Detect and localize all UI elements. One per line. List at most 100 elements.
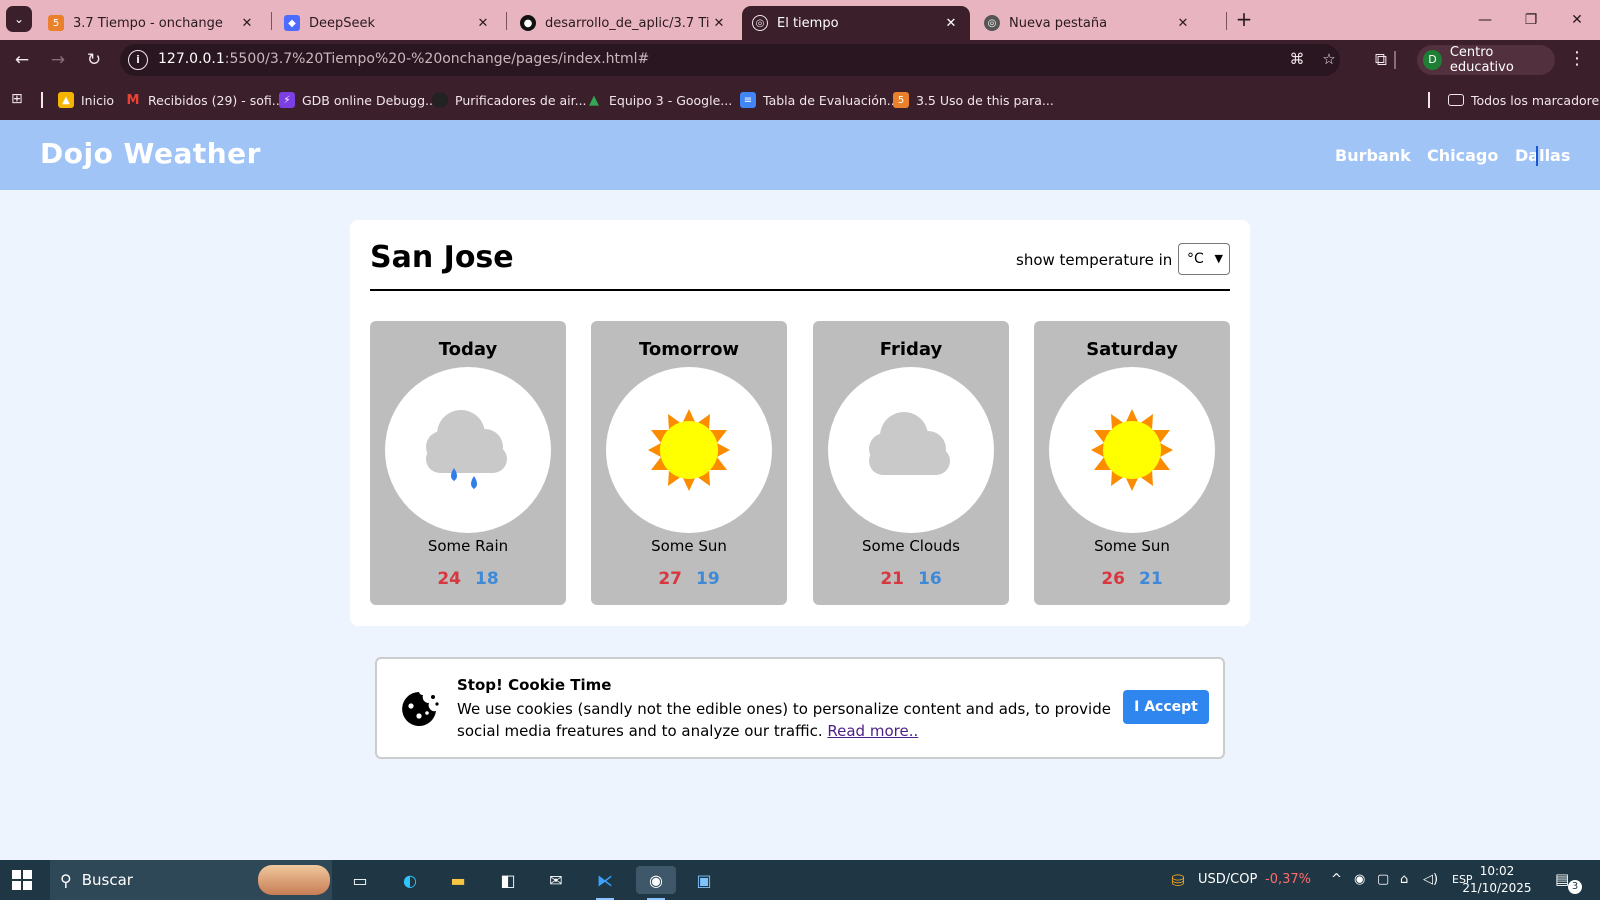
bookmark-inicio[interactable]: ▲ Inicio bbox=[58, 90, 114, 110]
high-temperature: 21 bbox=[880, 569, 904, 589]
cookie-text: We use cookies (sandly not the edible on… bbox=[457, 700, 1111, 740]
forecast-card-tomorrow: Tomorrow Some Sun 27 19 bbox=[591, 321, 787, 605]
forecast-card-today: Today Some Rain 24 18 bbox=[370, 321, 566, 605]
windows-start-icon[interactable] bbox=[12, 870, 32, 890]
tab-search-menu-button[interactable]: ⌄ bbox=[6, 6, 32, 32]
html-file-icon: 5 bbox=[48, 15, 64, 31]
extensions-icon[interactable]: ⧉ bbox=[1367, 48, 1395, 72]
edge-icon[interactable]: ◐ bbox=[395, 866, 425, 894]
currency-icon[interactable]: ⛁ bbox=[1163, 866, 1193, 894]
temperature-unit-select[interactable]: °C ▼ bbox=[1178, 243, 1230, 275]
chevron-up-icon[interactable]: ^ bbox=[1331, 872, 1342, 887]
meet-now-icon[interactable]: ◉ bbox=[1354, 872, 1365, 887]
condition-text: Some Sun bbox=[651, 537, 727, 555]
reload-button[interactable]: ↻ bbox=[80, 48, 108, 72]
sun-icon bbox=[1091, 409, 1173, 491]
close-icon[interactable]: ✕ bbox=[474, 16, 492, 31]
tab-tiempo-onchange[interactable]: 5 3.7 Tiempo - onchange ✕ bbox=[38, 6, 266, 40]
nav-link-dallas[interactable]: Dallas bbox=[1515, 146, 1570, 165]
nav-link-chicago[interactable]: Chicago bbox=[1427, 146, 1498, 165]
bookmark-tabla[interactable]: ≡ Tabla de Evaluación... bbox=[740, 90, 899, 110]
site-logo[interactable]: Dojo Weather bbox=[40, 137, 261, 170]
tab-github[interactable]: ● desarrollo_de_aplic/3.7 Tiempo ✕ bbox=[510, 6, 738, 40]
temperature-unit-label: show temperature in bbox=[1016, 251, 1173, 269]
folder-icon bbox=[1448, 94, 1464, 106]
store-icon[interactable]: ◧ bbox=[493, 866, 523, 894]
selected-unit: °C bbox=[1187, 251, 1204, 267]
rain-cloud-icon bbox=[426, 410, 507, 489]
bookmark-uso-this[interactable]: 5 3.5 Uso de this para... bbox=[893, 90, 1054, 110]
currency-change[interactable]: -0,37% bbox=[1265, 872, 1311, 887]
nav-link-burbank[interactable]: Burbank bbox=[1335, 146, 1411, 165]
temperature-range: 26 21 bbox=[1034, 569, 1230, 589]
tab-nueva-pestana[interactable]: ◎ Nueva pestaña ✕ bbox=[974, 6, 1202, 40]
currency-pair[interactable]: USD/COP bbox=[1198, 872, 1257, 887]
drive-icon: ▲ bbox=[589, 92, 599, 108]
cookie-icon bbox=[402, 692, 439, 726]
vscode-icon[interactable]: ⧔ bbox=[590, 866, 620, 900]
task-view-icon[interactable]: ▭ bbox=[345, 866, 375, 894]
bookmark-equipo3[interactable]: ▲ Equipo 3 - Google... bbox=[586, 90, 732, 110]
minimize-button[interactable]: — bbox=[1462, 6, 1508, 34]
system-clock[interactable]: 10:02 21/10/2025 bbox=[1462, 863, 1532, 897]
mail-icon[interactable]: ✉ bbox=[541, 866, 571, 894]
all-bookmarks-button[interactable]: Todos los marcadores bbox=[1448, 90, 1600, 110]
address-bar[interactable]: i 127.0.0.1:5500/3.7%20Tiempo%20-%20onch… bbox=[120, 44, 1340, 76]
bookmark-purificadores[interactable]: Purificadores de air... bbox=[432, 90, 587, 110]
cloud-icon bbox=[869, 412, 950, 475]
search-highlight-image bbox=[258, 865, 330, 895]
windows-taskbar: ⚲ Buscar ▭ ◐ ▬ ◧ ✉ ⧔ ◉ ▣ ⛁ USD/COP -0,37… bbox=[0, 860, 1600, 900]
tab-el-tiempo[interactable]: ◎ El tiempo ✕ bbox=[742, 6, 970, 40]
sun-icon bbox=[648, 409, 730, 491]
profile-name: Centro educativo bbox=[1449, 45, 1514, 75]
notification-count: 3 bbox=[1568, 880, 1582, 894]
close-icon[interactable]: ✕ bbox=[710, 16, 728, 31]
volume-icon[interactable]: ◁) bbox=[1423, 872, 1438, 887]
low-temperature: 19 bbox=[696, 569, 720, 589]
tab-title: desarrollo_de_aplic/3.7 Tiempo bbox=[545, 15, 710, 31]
close-icon[interactable]: ✕ bbox=[1174, 16, 1192, 31]
forward-button[interactable]: → bbox=[44, 48, 72, 72]
weather-icon-circle bbox=[606, 367, 772, 533]
network-icon[interactable]: ⌂ bbox=[1400, 872, 1408, 887]
close-icon[interactable]: ✕ bbox=[942, 16, 960, 31]
close-window-button[interactable]: ✕ bbox=[1554, 6, 1600, 34]
search-icon: ⚲ bbox=[60, 870, 72, 890]
tab-title: 3.7 Tiempo - onchange bbox=[73, 15, 223, 31]
avatar: D bbox=[1423, 50, 1442, 70]
weather-icon-circle bbox=[385, 367, 551, 533]
bookmark-gdb[interactable]: ⚡ GDB online Debugg... bbox=[279, 90, 437, 110]
github-icon: ● bbox=[520, 15, 536, 31]
profile-button[interactable]: D Centro educativo bbox=[1417, 45, 1555, 75]
condition-text: Some Clouds bbox=[862, 537, 960, 555]
site-info-icon[interactable]: i bbox=[128, 50, 148, 70]
city-title: San Jose bbox=[370, 240, 514, 275]
more-menu-icon[interactable]: ⋮ bbox=[1568, 48, 1586, 69]
camera-icon[interactable]: ▢ bbox=[1377, 872, 1389, 887]
bookmark-recibidos[interactable]: M Recibidos (29) - sofi... bbox=[125, 90, 284, 110]
read-more-link[interactable]: Read more.. bbox=[827, 722, 918, 740]
high-temperature: 26 bbox=[1101, 569, 1125, 589]
bookmark-separator bbox=[41, 92, 43, 108]
tab-deepseek[interactable]: ◆ DeepSeek ✕ bbox=[274, 6, 502, 40]
new-tab-button[interactable]: + bbox=[1232, 8, 1256, 32]
back-button[interactable]: ← bbox=[8, 48, 36, 72]
gmail-icon: M bbox=[126, 92, 140, 108]
url-text[interactable]: 127.0.0.1:5500/3.7%20Tiempo%20-%20onchan… bbox=[158, 51, 649, 67]
apps-grid-icon[interactable]: ⊞ bbox=[11, 91, 27, 107]
html-file-icon: 5 bbox=[893, 92, 909, 108]
close-icon[interactable]: ✕ bbox=[238, 16, 256, 31]
restore-button[interactable]: ❐ bbox=[1508, 6, 1554, 34]
file-explorer-icon[interactable]: ▬ bbox=[443, 866, 473, 894]
condition-text: Some Sun bbox=[1094, 537, 1170, 555]
bookmark-star-icon[interactable]: ☆ bbox=[1318, 50, 1340, 70]
tab-separator bbox=[506, 12, 507, 30]
chrome-profile-icon[interactable]: ◉ bbox=[636, 866, 676, 900]
accept-cookies-button[interactable]: I Accept bbox=[1123, 690, 1209, 724]
translate-icon[interactable]: ⌘ bbox=[1286, 50, 1308, 70]
deepseek-icon: ◆ bbox=[284, 15, 300, 31]
cookie-title: Stop! Cookie Time bbox=[457, 676, 612, 694]
search-placeholder: Buscar bbox=[81, 871, 133, 889]
browser-toolbar: ← → ↻ i 127.0.0.1:5500/3.7%20Tiempo%20-%… bbox=[0, 40, 1600, 80]
remote-desktop-icon[interactable]: ▣ bbox=[689, 866, 719, 894]
